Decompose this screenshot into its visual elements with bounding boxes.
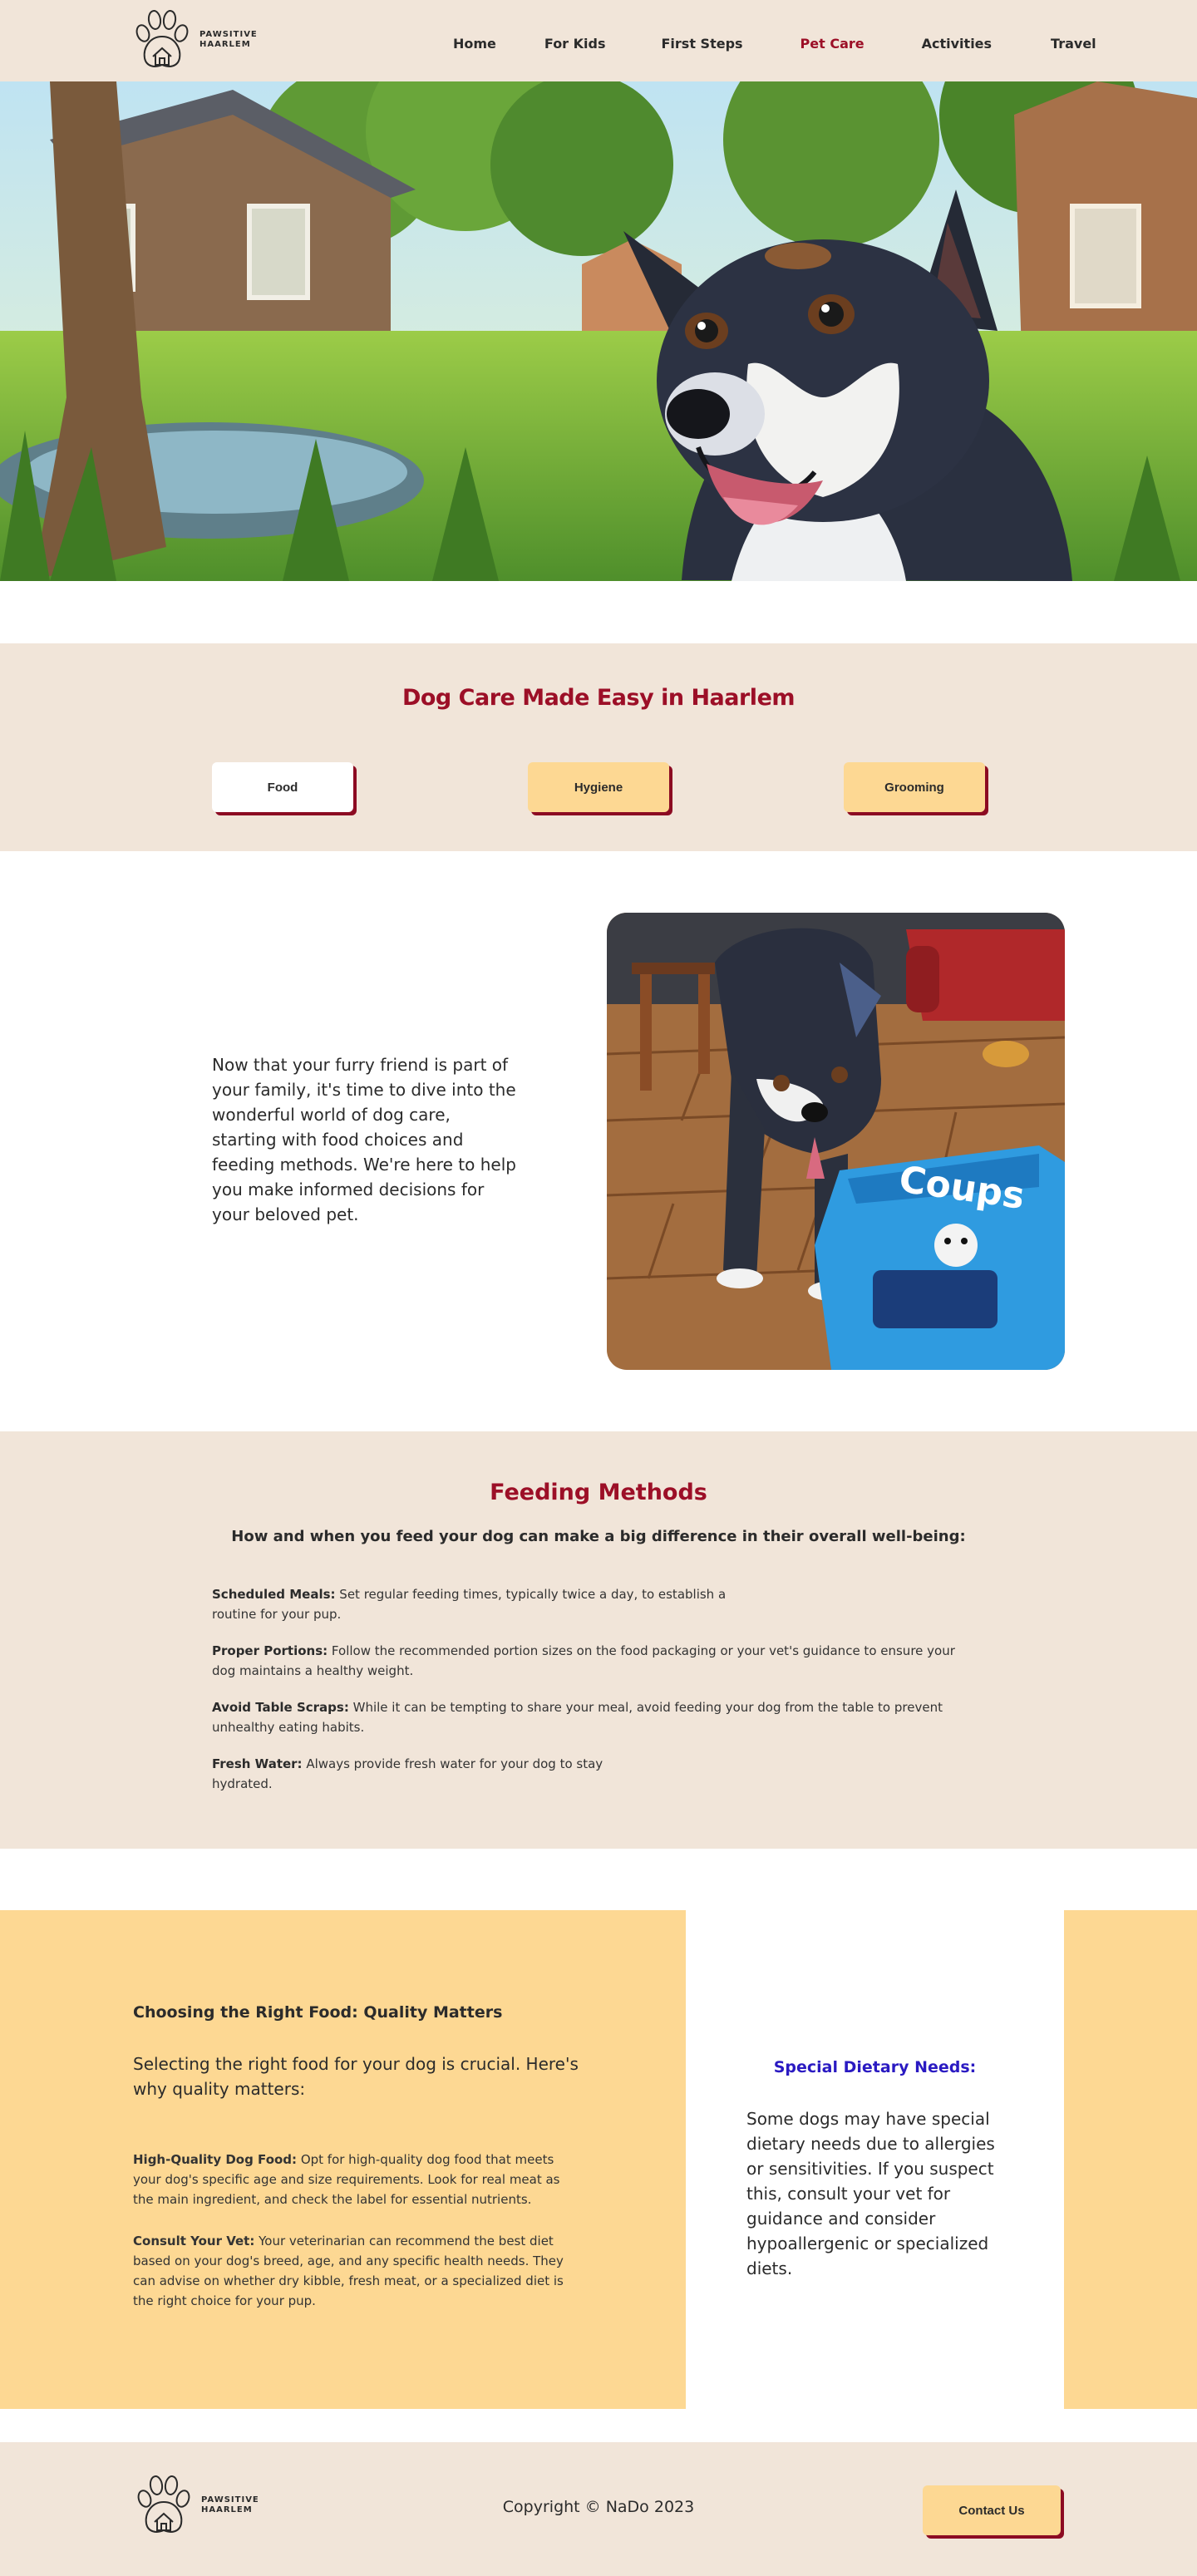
feeding-subtitle: How and when you feed your dog can make … — [231, 1528, 966, 1545]
food-item-high-quality: High-Quality Dog Food: Opt for high-qual… — [133, 2150, 582, 2209]
main-nav: Home For Kids First Steps Pet Care Activ… — [453, 36, 1096, 52]
food-quality-lead: Selecting the right food for your dog is… — [133, 2054, 579, 2099]
nav-home[interactable]: Home — [453, 36, 496, 52]
feeding-item-label: Scheduled Meals: — [212, 1587, 336, 1602]
decorative-strip — [1064, 1910, 1197, 2409]
site-logo[interactable]: PAWSITIVE HAARLEM — [131, 8, 258, 71]
care-section: Dog Care Made Easy in Haarlem Food Hygie… — [0, 643, 1197, 851]
feeding-item-label: Proper Portions: — [212, 1643, 328, 1658]
page: PAWSITIVE HAARLEM Home For Kids First St… — [0, 0, 1197, 2576]
feeding-title: Feeding Methods — [490, 1480, 707, 1505]
feeding-item-label: Avoid Table Scraps: — [212, 1700, 349, 1715]
intro-paragraph: Now that your furry friend is part of yo… — [212, 1055, 516, 1224]
care-title: Dog Care Made Easy in Haarlem — [401, 685, 796, 711]
food-item-consult-vet: Consult Your Vet: Your veterinarian can … — [133, 2231, 582, 2311]
brand-line2: HAARLEM — [200, 40, 251, 49]
nav-first-steps[interactable]: First Steps — [662, 36, 743, 52]
tab-food[interactable]: Food — [212, 762, 353, 812]
feeding-item-portions: Proper Portions: Follow the recommended … — [212, 1641, 960, 1681]
food-item-label: Consult Your Vet: — [133, 2234, 255, 2248]
dog-food-bag-image: Coups — [607, 913, 1065, 1370]
contact-us-button[interactable]: Contact Us — [923, 2485, 1061, 2535]
nav-for-kids[interactable]: For Kids — [544, 36, 606, 52]
food-item-label: High-Quality Dog Food: — [133, 2152, 298, 2167]
brand-line1: PAWSITIVE — [200, 30, 258, 39]
special-diet-title: Special Dietary Needs: — [773, 2058, 977, 2076]
paw-house-logo-icon — [135, 10, 189, 67]
food-quality-panel: Choosing the Right Food: Quality Matters… — [0, 1910, 686, 2409]
hero-dog-illustration — [0, 81, 1197, 581]
nav-travel[interactable]: Travel — [1051, 36, 1096, 52]
food-quality-title: Choosing the Right Food: Quality Matters — [133, 2003, 503, 2022]
feeding-item-label: Fresh Water: — [212, 1756, 303, 1771]
site-footer: PAWSITIVE HAARLEM Copyright © NaDo 2023 … — [0, 2442, 1197, 2576]
feeding-item-scheduled: Scheduled Meals: Set regular feeding tim… — [212, 1584, 769, 1624]
tab-hygiene[interactable]: Hygiene — [528, 762, 669, 812]
nav-pet-care[interactable]: Pet Care — [800, 36, 864, 52]
hero-illustration — [0, 81, 1197, 581]
dog-with-food-bag-illustration: Coups — [607, 913, 1065, 1370]
special-diet-text: Some dogs may have special dietary needs… — [746, 2109, 995, 2278]
tab-grooming[interactable]: Grooming — [844, 762, 985, 812]
site-header: PAWSITIVE HAARLEM Home For Kids First St… — [0, 0, 1197, 81]
nav-activities[interactable]: Activities — [922, 36, 992, 52]
feeding-section: Feeding Methods How and when you feed yo… — [0, 1431, 1197, 1849]
brand-name: PAWSITIVE HAARLEM — [200, 30, 258, 50]
feeding-item-water: Fresh Water: Always provide fresh water … — [212, 1754, 611, 1794]
feeding-item-scraps: Avoid Table Scraps: While it can be temp… — [212, 1697, 960, 1737]
